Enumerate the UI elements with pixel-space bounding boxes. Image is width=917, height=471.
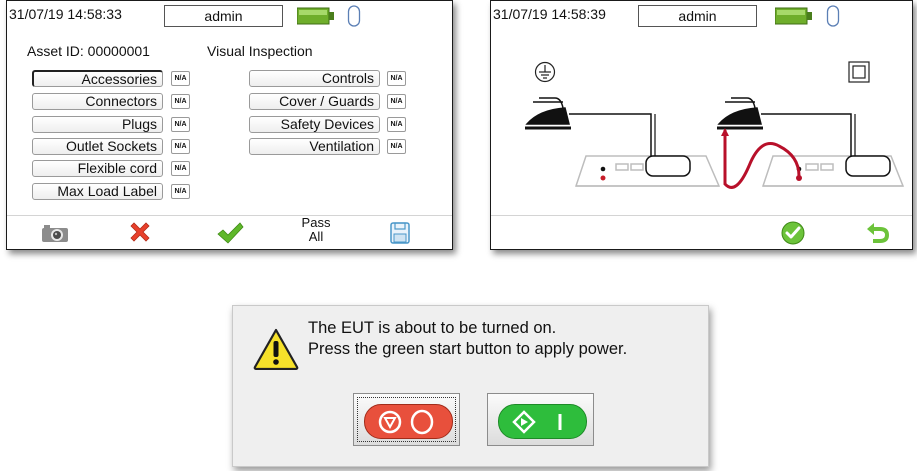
asset-id-label: Asset ID: 00000001 (27, 43, 150, 59)
max-load-label-button[interactable]: Max Load Label (32, 183, 163, 200)
green-check-icon[interactable] (216, 221, 244, 245)
controls-button[interactable]: Controls (249, 70, 380, 87)
max-load-label-status[interactable]: N/A (171, 184, 190, 199)
accessories-button[interactable]: Accessories (32, 70, 163, 87)
stop-button[interactable] (353, 393, 460, 446)
connection-indicator-icon (826, 5, 840, 27)
controls-status[interactable]: N/A (387, 71, 406, 86)
visual-inspection-screen: 31/07/19 14:58:33 admin Asset ID: 000000… (6, 0, 453, 250)
outlet-sockets-status[interactable]: N/A (171, 139, 190, 154)
cover-guards-status[interactable]: N/A (387, 94, 406, 109)
start-button[interactable] (487, 393, 594, 446)
polarity-test-screen: 31/07/19 14:58:39 admin (490, 0, 913, 250)
user-field[interactable]: admin (638, 5, 757, 27)
dialog-message-line2: Press the green start button to apply po… (308, 340, 628, 358)
connectors-button[interactable]: Connectors (32, 93, 163, 110)
camera-icon[interactable] (41, 223, 69, 243)
double-insulation-icon (848, 61, 870, 83)
stop-pill (364, 404, 453, 439)
outlet-sockets-button[interactable]: Outlet Sockets (32, 138, 163, 155)
start-icon (512, 410, 562, 434)
green-check-circle-icon[interactable] (781, 221, 805, 245)
date-time: 31/07/19 14:58:33 (9, 6, 122, 22)
connectors-status[interactable]: N/A (171, 94, 190, 109)
plugs-status[interactable]: N/A (171, 117, 190, 132)
section-title: Visual Inspection (207, 43, 313, 59)
accessories-status[interactable]: N/A (171, 71, 190, 86)
pass-all-button[interactable]: Pass All (291, 216, 341, 244)
status-bar: 31/07/19 14:58:33 admin (7, 1, 452, 31)
plugs-button[interactable]: Plugs (32, 116, 163, 133)
battery-icon (297, 7, 334, 25)
start-pill (498, 404, 587, 439)
cover-guards-button[interactable]: Cover / Guards (249, 93, 380, 110)
dialog-message-line1: The EUT is about to be turned on. (308, 319, 557, 337)
pass-all-label-line2: All (308, 229, 324, 244)
red-x-icon[interactable] (127, 219, 153, 245)
battery-icon (775, 7, 812, 25)
pass-all-label-line1: Pass (301, 215, 331, 230)
save-icon[interactable] (390, 222, 410, 244)
safety-devices-button[interactable]: Safety Devices (249, 116, 380, 133)
flexible-cord-button[interactable]: Flexible cord (32, 160, 163, 177)
status-bar: 31/07/19 14:58:39 admin (491, 1, 912, 31)
bottom-toolbar (491, 215, 912, 249)
green-return-arrow-icon[interactable] (866, 221, 890, 245)
user-field[interactable]: admin (164, 5, 283, 27)
warning-icon (253, 328, 299, 370)
date-time: 31/07/19 14:58:39 (493, 6, 606, 22)
stop-icon (378, 409, 434, 435)
test-setup-illustration (525, 97, 905, 189)
safety-devices-status[interactable]: N/A (387, 117, 406, 132)
earth-symbol-icon (534, 61, 556, 83)
ventilation-status[interactable]: N/A (387, 139, 406, 154)
bottom-toolbar: Pass All (7, 215, 452, 249)
flexible-cord-status[interactable]: N/A (171, 161, 190, 176)
connection-indicator-icon (347, 5, 361, 27)
ventilation-button[interactable]: Ventilation (249, 138, 380, 155)
power-on-confirm-dialog: The EUT is about to be turned on. Press … (232, 305, 709, 467)
